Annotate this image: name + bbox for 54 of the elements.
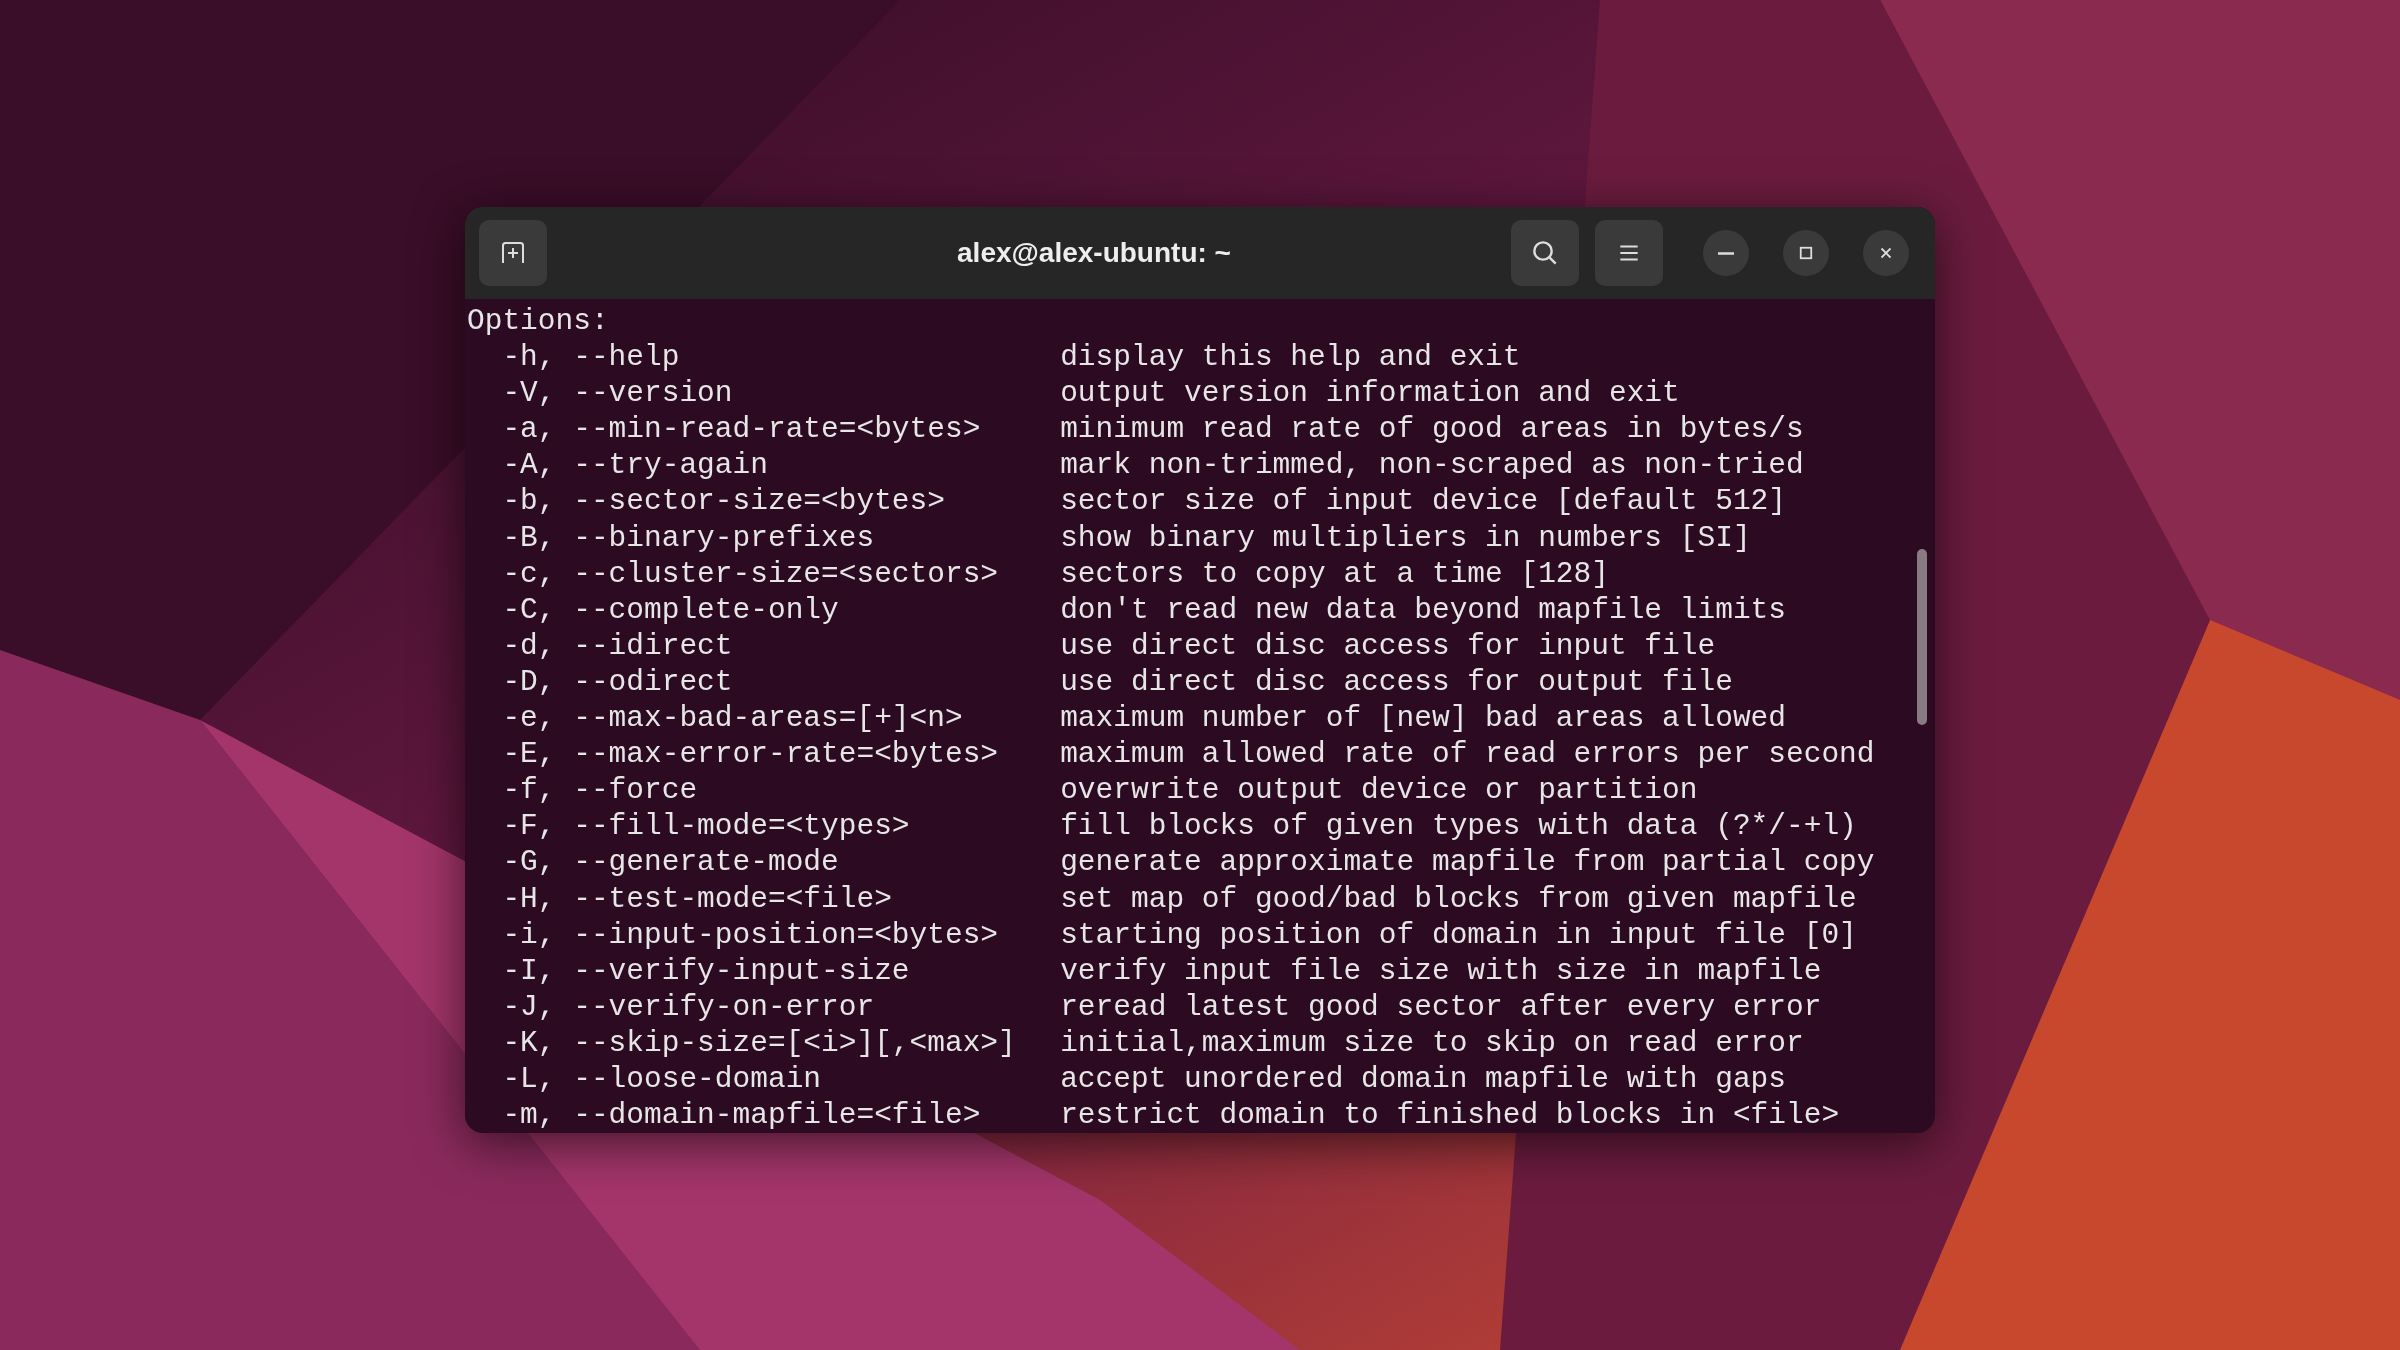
option-flag-text: -H, --test-mode=<file> <box>502 881 892 916</box>
option-description: overwrite output device or partition <box>1060 772 1698 809</box>
option-flag-text: -A, --try-again <box>502 448 768 483</box>
maximize-button[interactable] <box>1783 230 1829 276</box>
option-flag-text: -a, --min-read-rate=<bytes> <box>502 412 981 447</box>
option-description: show binary multipliers in numbers [SI] <box>1060 519 1751 556</box>
option-flag-text: -d, --idirect <box>502 628 733 663</box>
option-description: sectors to copy at a time [128] <box>1060 555 1609 592</box>
option-flag-text: -e, --max-bad-areas=[+]<n> <box>502 701 963 736</box>
option-description: use direct disc access for output file <box>1060 663 1733 701</box>
option-flag-text: -i, --input-position=<bytes> <box>502 917 999 952</box>
option-description: maximum allowed rate of read errors per second <box>1060 736 1875 773</box>
option-description: output version information and exit <box>1060 375 1680 412</box>
menu-button[interactable] <box>1595 220 1663 286</box>
option-flag-text: -m, --domain-mapfile=<file> <box>502 1098 981 1133</box>
option-flag-text: -I, --verify-input-size <box>502 953 910 988</box>
option-flag-text: -V, --version <box>502 376 733 411</box>
option-flag-text: -h, --help <box>502 340 680 375</box>
option-description: reread latest good sector after every error <box>1060 988 1822 1025</box>
option-description: minimum read rate of good areas in bytes/s <box>1060 411 1804 448</box>
option-flag-text: -C, --complete-only <box>502 592 839 627</box>
new-tab-button[interactable] <box>479 220 547 286</box>
window-title: alex@alex-ubuntu: ~ <box>957 236 1231 270</box>
option-description: use direct disc access for input file <box>1060 627 1716 664</box>
maximize-icon <box>1797 244 1815 262</box>
minimize-button[interactable] <box>1703 230 1749 276</box>
option-flag-text: -F, --fill-mode=<types> <box>502 809 910 844</box>
option-flag-text: -b, --sector-size=<bytes> <box>502 484 945 519</box>
option-flag-text: -J, --verify-on-error <box>502 989 875 1024</box>
option-description: initial,maximum size to skip on read error <box>1060 1024 1804 1061</box>
option-flag-text: -G, --generate-mode <box>502 845 839 880</box>
option-description: sector size of input device [default 512] <box>1060 483 1786 520</box>
option-description: mark non-trimmed, non-scraped as non-tried <box>1060 447 1804 484</box>
option-description: generate approximate mapfile from partial copy <box>1060 844 1875 881</box>
option-flag-text: -f, --force <box>502 773 698 808</box>
option-description: maximum number of [new] bad areas allowed <box>1060 700 1786 737</box>
option-description: verify input file size with size in mapfile <box>1060 952 1822 989</box>
option-flag-text: -K, --skip-size=[<i>][,<max>] <box>502 1025 1016 1060</box>
option-flag-text: -E, --max-error-rate=<bytes> <box>502 737 999 772</box>
option-description: set map of good/bad blocks from given mapfile <box>1060 880 1857 917</box>
option-flag-text: -B, --binary-prefixes <box>502 520 875 555</box>
close-button[interactable] <box>1863 230 1909 276</box>
options-heading: Options: <box>467 303 610 340</box>
option-flag-text: -D, --odirect <box>502 664 733 699</box>
option-description: accept unordered domain mapfile with gaps <box>1060 1060 1786 1098</box>
option-description: restrict domain to finished blocks in <file> <box>1060 1097 1840 1133</box>
option-flag-text: -L, --loose-domain <box>502 1061 822 1096</box>
option-description: don't read new data beyond mapfile limits <box>1060 591 1786 628</box>
option-description: display this help and exit <box>1060 339 1521 376</box>
minimize-icon <box>1718 251 1734 255</box>
option-description: starting position of domain in input file [0] <box>1060 916 1857 953</box>
option-description: fill blocks of given types with data (?*/-+l) <box>1060 808 1857 845</box>
option-flag-text: -c, --cluster-size=<sectors> <box>502 556 999 591</box>
search-button[interactable] <box>1511 220 1579 286</box>
